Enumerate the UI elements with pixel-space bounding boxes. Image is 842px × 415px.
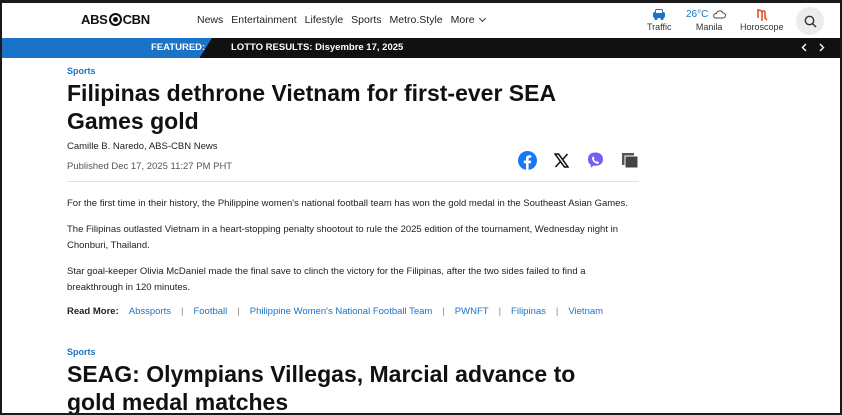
nav-item-entertainment[interactable]: Entertainment	[231, 14, 296, 26]
article-title[interactable]: Filipinas dethrone Vietnam for first-eve…	[67, 79, 627, 135]
tag-separator: |	[180, 306, 184, 317]
x-logo-icon	[553, 152, 569, 168]
car-icon	[647, 7, 672, 22]
viber-icon	[587, 152, 603, 168]
window-frame-left	[0, 0, 2, 415]
featured-headline-link[interactable]: LOTTO RESULTS: Disyembre 17, 2025	[231, 42, 403, 53]
article-category[interactable]: Sports	[67, 66, 96, 76]
facebook-icon	[517, 150, 537, 170]
nav-item-metro-style[interactable]: Metro.Style	[390, 14, 443, 26]
share-x-button[interactable]	[551, 150, 571, 170]
weather-city: Manila	[695, 22, 723, 32]
tag-separator: |	[442, 306, 445, 317]
next-article-category[interactable]: Sports	[67, 347, 96, 357]
article-paragraph-2: The Filipinas outlasted Vietnam in a hea…	[67, 224, 619, 251]
tag-football[interactable]: Football	[193, 306, 227, 317]
search-icon	[804, 15, 817, 28]
article-paragraph-3: Star goal-keeper Olivia McDaniel made th…	[67, 266, 586, 293]
nav-more-label: More	[450, 14, 475, 26]
traffic-button[interactable]: Traffic	[647, 7, 672, 32]
horoscope-button[interactable]: Horoscope	[740, 7, 784, 32]
zodiac-icon	[740, 7, 784, 22]
weather-temp: 26°C	[686, 9, 709, 20]
copy-icon	[622, 152, 639, 168]
article-paragraph-1: For the first time in their history, the…	[67, 198, 628, 209]
tag-separator: |	[555, 306, 559, 317]
featured-label: FEATURED:	[151, 42, 206, 53]
chevron-down-icon	[478, 14, 486, 23]
read-more-tags: Read More: Abssports | Football | Philip…	[67, 306, 603, 317]
featured-label-block: FEATURED:	[2, 38, 212, 58]
traffic-label: Traffic	[647, 22, 672, 32]
tag-abssports[interactable]: Abssports	[129, 306, 171, 317]
featured-next-button[interactable]	[816, 41, 828, 54]
tag-separator: |	[498, 306, 502, 317]
nav-more-button[interactable]: More	[450, 14, 486, 26]
next-article-title[interactable]: SEAG: Olympians Villegas, Marcial advanc…	[67, 360, 627, 415]
share-facebook-button[interactable]	[517, 150, 537, 170]
site-header: ABS CBN News Entertainment Lifestyle Spor…	[2, 3, 840, 38]
main-nav: News Entertainment Lifestyle Sports Metr…	[197, 14, 493, 26]
nav-item-lifestyle[interactable]: Lifestyle	[305, 14, 344, 26]
chevron-left-icon	[801, 43, 807, 52]
nav-item-news[interactable]: News	[197, 14, 223, 26]
featured-prev-button[interactable]	[798, 41, 810, 54]
article-divider	[67, 181, 639, 182]
horoscope-label: Horoscope	[740, 22, 784, 32]
site-logo[interactable]: ABS CBN	[81, 12, 150, 27]
cloud-icon	[713, 10, 727, 19]
article-published-date: Published Dec 17, 2025 11:27 PM PHT	[67, 161, 233, 172]
copy-link-button[interactable]	[620, 150, 640, 170]
logo-eye-icon	[108, 13, 122, 26]
nav-item-sports[interactable]: Sports	[351, 14, 381, 26]
article-byline: Camille B. Naredo, ABS-CBN News	[67, 141, 218, 152]
tag-filipinas[interactable]: Filipinas	[511, 306, 546, 317]
tag-separator: |	[237, 306, 240, 317]
weather-widget[interactable]: 26°C Manila	[686, 7, 727, 32]
tag-pwnft[interactable]: PWNFT	[455, 306, 489, 317]
read-more-label: Read More:	[67, 306, 119, 317]
featured-bar: FEATURED: LOTTO RESULTS: Disyembre 17, 2…	[2, 38, 840, 58]
tag-vietnam[interactable]: Vietnam	[568, 306, 603, 317]
share-viber-button[interactable]	[585, 150, 605, 170]
search-button[interactable]	[796, 7, 824, 35]
chevron-right-icon	[819, 43, 825, 52]
tag-philippine-womens-national-football-team[interactable]: Philippine Women's National Football Tea…	[250, 306, 433, 317]
